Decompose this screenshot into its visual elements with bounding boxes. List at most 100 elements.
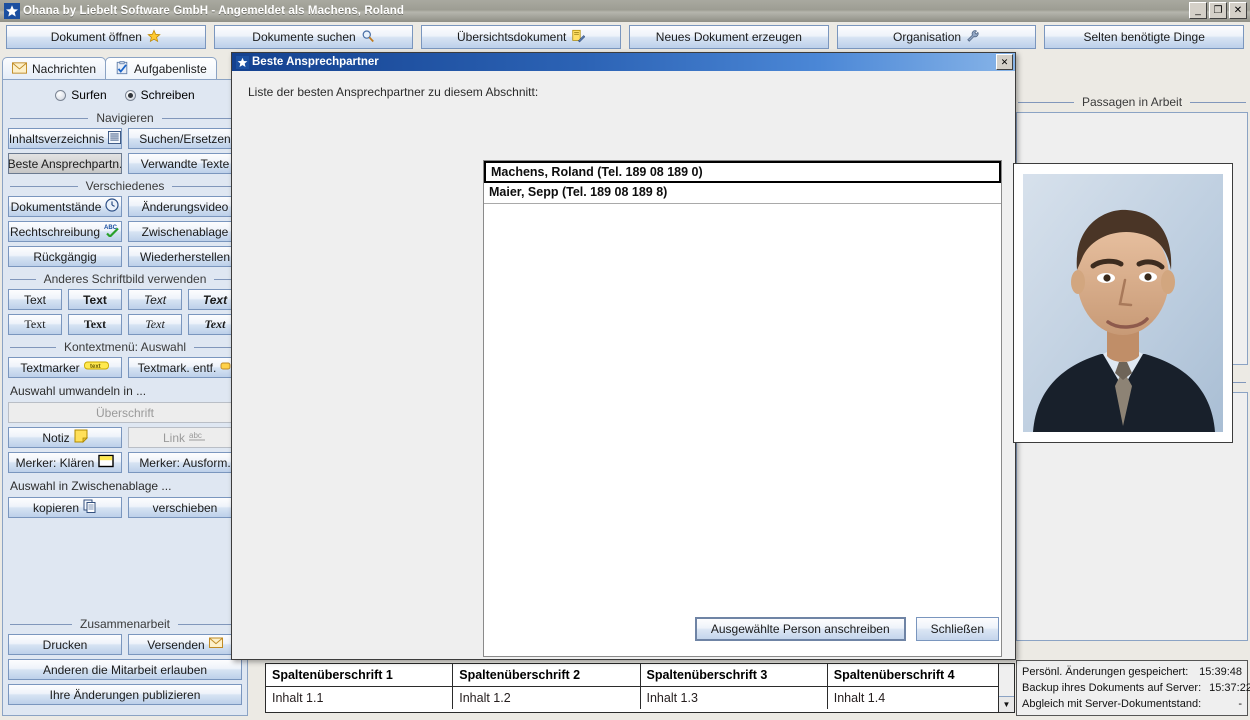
- sidebar-button-ueberschrift[interactable]: Überschrift: [8, 402, 242, 423]
- button-row: Dokumentstände Änderungsvideo: [8, 196, 242, 217]
- schliessen-button[interactable]: Schließen: [916, 617, 999, 641]
- note-icon: [74, 429, 88, 446]
- toolbar-button-dokumente-suchen[interactable]: Dokumente suchen: [214, 25, 414, 49]
- highlighter-icon: text: [84, 360, 110, 375]
- button-label: Link: [163, 431, 185, 445]
- status-label: Backup ihres Dokuments auf Server:: [1022, 680, 1201, 696]
- button-label: Rückgängig: [33, 250, 96, 264]
- radio-label: Surfen: [71, 88, 106, 102]
- sidebar-button-merker-klaeren[interactable]: Merker: Klären: [8, 452, 122, 473]
- sidebar-button-inhaltsverzeichnis[interactable]: Inhaltsverzeichnis: [8, 128, 122, 149]
- font-button-sans-regular[interactable]: Text: [8, 289, 62, 310]
- group-header-navigieren: Navigieren: [10, 111, 240, 125]
- table-header-cell: Spaltenüberschrift 1: [266, 664, 453, 687]
- button-label: verschieben: [153, 501, 218, 515]
- sidebar-button-verwandte-texte[interactable]: Verwandte Texte: [128, 153, 242, 174]
- maximize-button[interactable]: ❐: [1209, 2, 1227, 19]
- clock-icon: [105, 198, 119, 215]
- button-row: Textmarker text Textmark. entf.: [8, 357, 242, 378]
- radio-surfen[interactable]: Surfen: [55, 88, 106, 102]
- tab-label: Nachrichten: [32, 62, 96, 76]
- sidebar-panel: Surfen Schreiben Navigieren Inhaltsverze…: [2, 79, 248, 716]
- sidebar-button-link[interactable]: Link abc: [128, 427, 242, 448]
- sidebar-button-mitarbeit-erlauben[interactable]: Anderen die Mitarbeit erlauben: [8, 659, 242, 680]
- font-button-serif-italic[interactable]: Text: [128, 314, 182, 335]
- dialog-close-button[interactable]: ✕: [996, 54, 1013, 70]
- sidebar-button-aenderungsvideo[interactable]: Änderungsvideo: [128, 196, 242, 217]
- svg-text:abc: abc: [189, 431, 202, 440]
- button-label: Drucken: [43, 638, 88, 652]
- status-value: 15:39:48: [1199, 664, 1242, 680]
- table-cell: Inhalt 1.1: [266, 687, 453, 709]
- sidebar-button-aenderungen-publizieren[interactable]: Ihre Änderungen publizieren: [8, 684, 242, 705]
- sidebar-button-zwischenablage[interactable]: Zwischenablage: [128, 221, 242, 242]
- toolbar-button-selten-benoetigte-dinge[interactable]: Selten benötigte Dinge: [1044, 25, 1244, 49]
- button-label: Zwischenablage: [142, 225, 229, 239]
- sidebar-button-merker-ausformulieren[interactable]: Merker: Ausform.: [128, 452, 242, 473]
- table-header-cell: Spaltenüberschrift 4: [828, 664, 1014, 687]
- button-label: Notiz: [42, 431, 69, 445]
- scroll-down-arrow-icon[interactable]: ▼: [999, 696, 1014, 712]
- tab-nachrichten[interactable]: Nachrichten: [2, 57, 106, 80]
- font-button-serif-regular[interactable]: Text: [8, 314, 62, 335]
- table-header-cell: Spaltenüberschrift 3: [641, 664, 828, 687]
- status-row-persoenliche-aenderungen: Persönl. Änderungen gespeichert: 15:39:4…: [1022, 664, 1242, 680]
- dialog-hint-text: Liste der besten Ansprechpartner zu dies…: [248, 85, 999, 99]
- button-label: Inhaltsverzeichnis: [9, 132, 104, 146]
- sidebar-button-drucken[interactable]: Drucken: [8, 634, 122, 655]
- convert-section-label: Auswahl umwandeln in ...: [10, 384, 240, 398]
- font-button-row-sans: Text Text Text Text: [8, 289, 242, 310]
- ausgewaehlte-person-anschreiben-button[interactable]: Ausgewählte Person anschreiben: [695, 617, 906, 641]
- font-button-sans-italic[interactable]: Text: [128, 289, 182, 310]
- window-controls: _ ❐ ✕: [1189, 2, 1247, 19]
- envelope-icon: [12, 62, 27, 77]
- font-button-row-serif: Text Text Text Text: [8, 314, 242, 335]
- button-label: Wiederherstellen: [140, 250, 230, 264]
- toolbar-button-uebersichtsdokument[interactable]: Übersichtsdokument: [421, 25, 621, 49]
- sidebar-button-textmarker-entfernen[interactable]: Textmark. entf.: [128, 357, 242, 378]
- toolbar-button-organisation[interactable]: Organisation: [837, 25, 1037, 49]
- font-button-serif-bold[interactable]: Text: [68, 314, 122, 335]
- minimize-button[interactable]: _: [1189, 2, 1207, 19]
- toolbar-button-label: Neues Dokument erzeugen: [656, 30, 802, 44]
- dialog-beste-ansprechpartner: Beste Ansprechpartner ✕ Liste der besten…: [231, 52, 1016, 660]
- contact-list[interactable]: Machens, Roland (Tel. 189 08 189 0) Maie…: [483, 160, 1002, 657]
- sidebar-button-textmarker[interactable]: Textmarker text: [8, 357, 122, 378]
- table-row: Inhalt 1.1 Inhalt 1.2 Inhalt 1.3 Inhalt …: [266, 687, 1014, 709]
- table-scrollbar[interactable]: ▼: [998, 664, 1014, 712]
- sidebar-button-suchen-ersetzen[interactable]: Suchen/Ersetzen: [128, 128, 242, 149]
- list-item[interactable]: Maier, Sepp (Tel. 189 08 189 8): [484, 183, 1001, 204]
- toolbar-button-label: Dokument öffnen: [51, 30, 142, 44]
- table-cell: Inhalt 1.3: [641, 687, 828, 709]
- document-table: Spaltenüberschrift 1 Spaltenüberschrift …: [265, 663, 1015, 713]
- sidebar-button-kopieren[interactable]: kopieren: [8, 497, 122, 518]
- copy-icon: [83, 499, 97, 516]
- sidebar-button-verschieben[interactable]: verschieben: [128, 497, 242, 518]
- sidebar-button-rechtschreibung[interactable]: Rechtschreibung ABC: [8, 221, 122, 242]
- radio-on-icon: [125, 90, 136, 101]
- sidebar-button-versenden[interactable]: Versenden: [128, 634, 242, 655]
- group-title: Zusammenarbeit: [78, 617, 172, 631]
- button-label: Anderen die Mitarbeit erlauben: [43, 663, 207, 677]
- document-pencil-icon: [571, 29, 585, 46]
- sidebar-button-beste-ansprechpartner[interactable]: Beste Ansprechpartn.: [8, 153, 122, 174]
- wrench-icon: [966, 29, 980, 46]
- svg-text:text: text: [90, 364, 101, 370]
- sidebar-button-dokumentstaende[interactable]: Dokumentstände: [8, 196, 122, 217]
- toolbar-button-neues-dokument-erzeugen[interactable]: Neues Dokument erzeugen: [629, 25, 829, 49]
- abc-underline-icon: abc: [189, 430, 207, 445]
- status-label: Persönl. Änderungen gespeichert:: [1022, 664, 1188, 680]
- sidebar-button-wiederherstellen[interactable]: Wiederherstellen: [128, 246, 242, 267]
- toolbar-button-dokument-oeffnen[interactable]: Dokument öffnen: [6, 25, 206, 49]
- sidebar-button-notiz[interactable]: Notiz: [8, 427, 122, 448]
- close-button[interactable]: ✕: [1229, 2, 1247, 19]
- radio-schreiben[interactable]: Schreiben: [125, 88, 195, 102]
- tab-aufgabenliste[interactable]: Aufgabenliste: [105, 57, 217, 80]
- sidebar-button-rueckgaengig[interactable]: Rückgängig: [8, 246, 122, 267]
- list-item[interactable]: Machens, Roland (Tel. 189 08 189 0): [484, 161, 1001, 183]
- button-row: Überschrift: [8, 402, 242, 423]
- tab-label: Aufgabenliste: [134, 62, 207, 76]
- dialog-title: Beste Ansprechpartner: [252, 56, 379, 68]
- font-button-sans-bold[interactable]: Text: [68, 289, 122, 310]
- mail-send-icon: [209, 637, 223, 652]
